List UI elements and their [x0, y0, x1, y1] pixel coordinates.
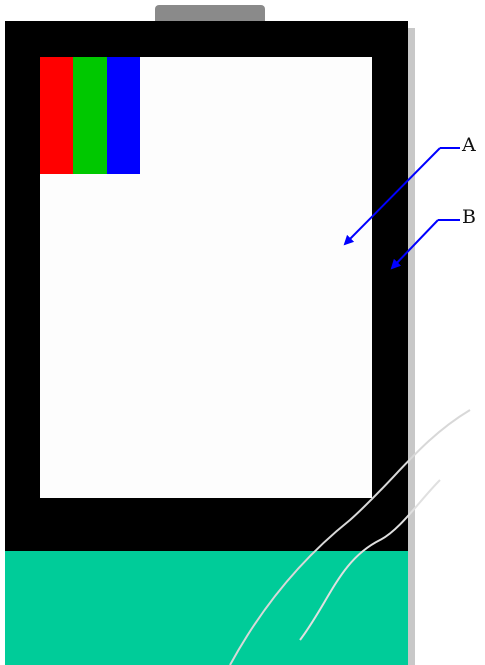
device-base: [5, 551, 408, 665]
blue-subpixel: [106, 57, 140, 174]
label-b: B: [462, 206, 476, 228]
red-subpixel: [40, 57, 74, 174]
green-subpixel: [73, 57, 107, 174]
rgb-subpixel-group: [40, 57, 140, 174]
label-a: A: [462, 134, 476, 156]
